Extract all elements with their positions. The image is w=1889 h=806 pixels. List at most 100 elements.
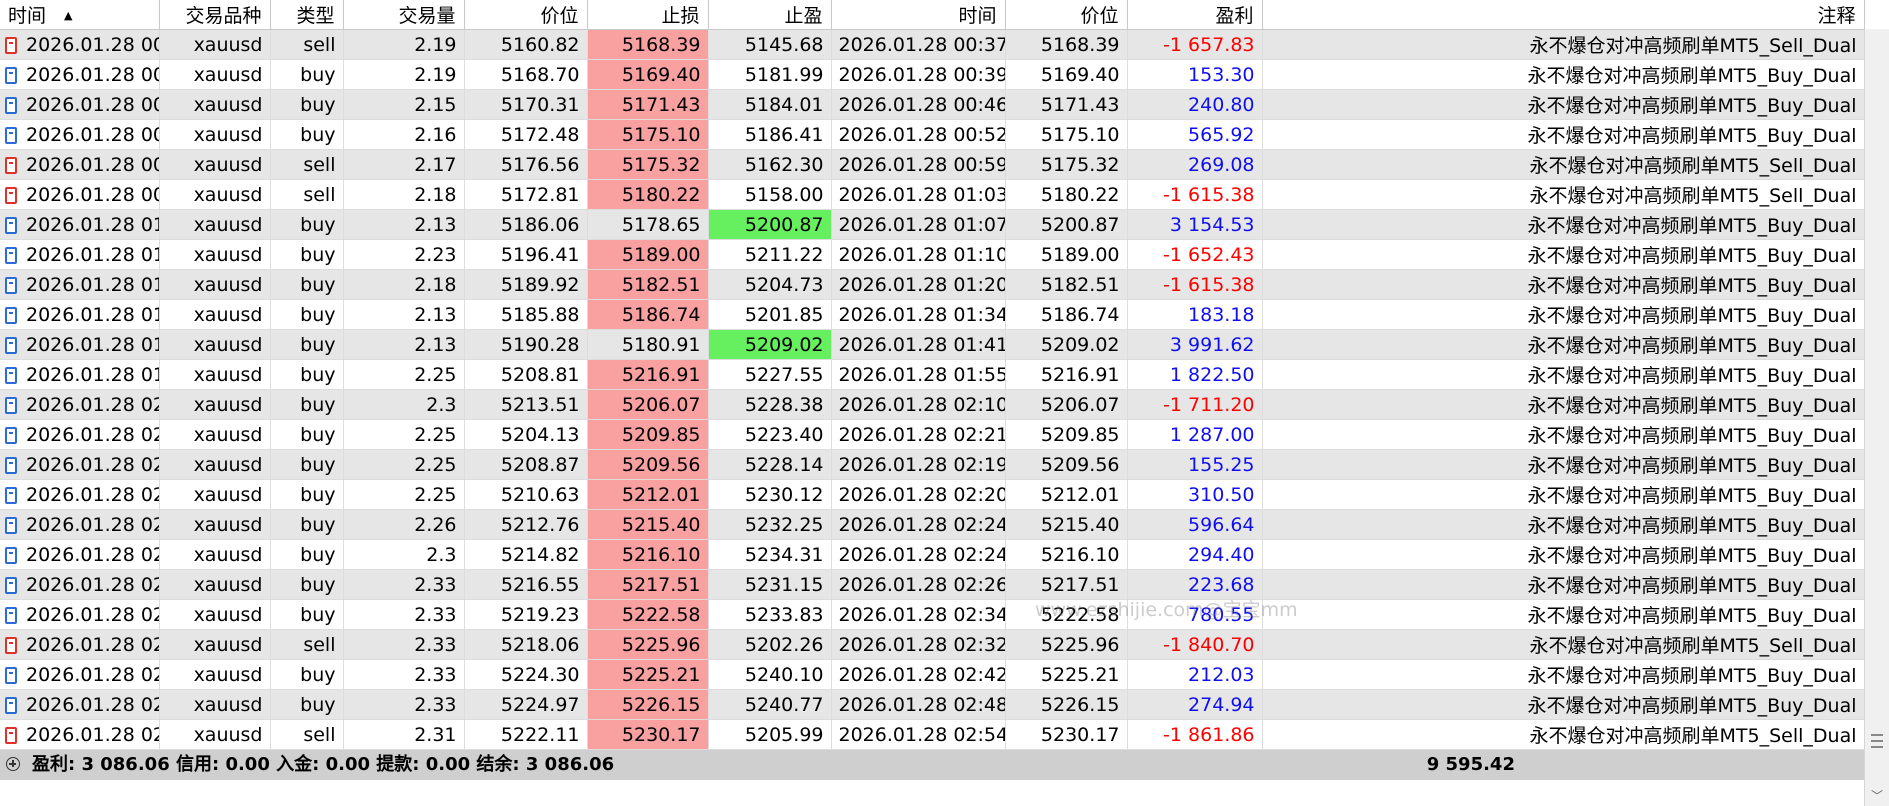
col-header-close-price[interactable]: 价位 <box>1005 0 1128 30</box>
cell-symbol: xauusd <box>159 419 271 450</box>
cell-close-time: 2026.01.28 02:24:17 <box>831 539 1006 570</box>
cell-symbol: xauusd <box>159 299 271 330</box>
cell-stop-loss: 5180.91 <box>587 329 709 360</box>
cell-close-time: 2026.01.28 01:10:40 <box>831 239 1006 270</box>
cell-close-time: 2026.01.28 01:55:04 <box>831 359 1006 390</box>
col-header-close-time[interactable]: 时间 <box>831 0 1006 30</box>
col-header-type[interactable]: 类型 <box>270 0 344 30</box>
col-header-open-time[interactable]: 时间 ▲ <box>0 0 160 30</box>
vertical-scrollbar[interactable]: ﹀ <box>1864 29 1889 806</box>
col-header-volume[interactable]: 交易量 <box>343 0 465 30</box>
open-time-text: 2026.01.28 01:2... <box>26 303 158 326</box>
cell-volume: 2.31 <box>343 719 465 750</box>
table-row[interactable]: 2026.01.28 00:2...xauusdsell2.195160.825… <box>0 29 1865 60</box>
cell-volume: 2.3 <box>343 389 465 420</box>
col-header-symbol[interactable]: 交易品种 <box>159 0 271 30</box>
table-row[interactable]: 2026.01.28 02:4...xauusdsell2.315222.115… <box>0 719 1865 750</box>
open-time-text: 2026.01.28 00:5... <box>26 153 158 176</box>
cell-symbol: xauusd <box>159 509 271 540</box>
table-row[interactable]: 2026.01.28 02:1...xauusdbuy2.255208.8752… <box>0 449 1865 480</box>
cell-open-price: 5224.97 <box>464 689 588 720</box>
cell-open-time: 2026.01.28 02:2... <box>0 599 160 630</box>
cell-comment: 永不爆仓对冲高频刷单MT5_Buy_Dual <box>1262 479 1865 510</box>
scroll-down-icon[interactable]: ﹀ <box>1871 787 1883 804</box>
col-header-open-price[interactable]: 价位 <box>464 0 588 30</box>
buy-order-icon <box>5 666 17 684</box>
table-row[interactable]: 2026.01.28 02:1...xauusdbuy2.255210.6352… <box>0 479 1865 510</box>
table-row[interactable]: 2026.01.28 01:4...xauusdbuy2.255208.8152… <box>0 359 1865 390</box>
cell-close-price: 5216.91 <box>1005 359 1128 390</box>
table-row[interactable]: 2026.01.28 01:2...xauusdbuy2.135185.8851… <box>0 299 1865 330</box>
cell-volume: 2.23 <box>343 239 465 270</box>
col-header-take-profit[interactable]: 止盈 <box>708 0 832 30</box>
cell-symbol: xauusd <box>159 239 271 270</box>
table-row[interactable]: 2026.01.28 00:5...xauusdsell2.185172.815… <box>0 179 1865 210</box>
table-row[interactable]: 2026.01.28 01:3...xauusdbuy2.135190.2851… <box>0 329 1865 360</box>
table-row[interactable]: 2026.01.28 02:2...xauusdbuy2.335216.5552… <box>0 569 1865 600</box>
cell-close-price: 5175.32 <box>1005 149 1128 180</box>
table-row[interactable]: 2026.01.28 01:0...xauusdbuy2.135186.0651… <box>0 209 1865 240</box>
cell-open-time: 2026.01.28 00:3... <box>0 59 160 90</box>
cell-comment: 永不爆仓对冲高频刷单MT5_Buy_Dual <box>1262 209 1865 240</box>
table-row[interactable]: 2026.01.28 02:3...xauusdbuy2.335224.3052… <box>0 659 1865 690</box>
buy-order-icon <box>5 456 17 474</box>
sell-order-icon <box>5 636 17 654</box>
cell-close-price: 5209.02 <box>1005 329 1128 360</box>
cell-symbol: xauusd <box>159 119 271 150</box>
cell-type: buy <box>270 89 344 120</box>
buy-order-icon <box>5 66 17 84</box>
col-header-stop-loss[interactable]: 止损 <box>587 0 709 30</box>
cell-profit: 780.55 <box>1127 599 1263 630</box>
cell-stop-loss: 5222.58 <box>587 599 709 630</box>
cell-close-time: 2026.01.28 02:34:05 <box>831 599 1006 630</box>
table-row[interactable]: 2026.01.28 01:0...xauusdbuy2.235196.4151… <box>0 239 1865 270</box>
cell-open-price: 5222.11 <box>464 719 588 750</box>
scroll-grip-icon[interactable] <box>1871 734 1883 748</box>
cell-close-time: 2026.01.28 02:20:25 <box>831 479 1006 510</box>
cell-stop-loss: 5169.40 <box>587 59 709 90</box>
open-time-text: 2026.01.28 02:2... <box>26 633 158 656</box>
cell-close-price: 5226.15 <box>1005 689 1128 720</box>
cell-take-profit: 5184.01 <box>708 89 832 120</box>
table-row[interactable]: 2026.01.28 02:3...xauusdbuy2.335224.9752… <box>0 689 1865 720</box>
trade-history-window: 时间 ▲ 交易品种 类型 交易量 价位 止损 止盈 时间 价位 盈利 注释 202… <box>0 0 1889 806</box>
table-row[interactable]: 2026.01.28 00:5...xauusdbuy2.165172.4851… <box>0 119 1865 150</box>
cell-open-price: 5185.88 <box>464 299 588 330</box>
open-time-text: 2026.01.28 02:4... <box>26 723 158 746</box>
cell-symbol: xauusd <box>159 599 271 630</box>
open-time-text: 2026.01.28 02:1... <box>26 483 158 506</box>
cell-comment: 永不爆仓对冲高频刷单MT5_Buy_Dual <box>1262 119 1865 150</box>
table-row[interactable]: 2026.01.28 02:2...xauusdbuy2.335219.2352… <box>0 599 1865 630</box>
cell-type: buy <box>270 359 344 390</box>
table-row[interactable]: 2026.01.28 02:2...xauusdsell2.335218.065… <box>0 629 1865 660</box>
cell-profit: 1 822.50 <box>1127 359 1263 390</box>
cell-close-price: 5206.07 <box>1005 389 1128 420</box>
buy-order-icon <box>5 246 17 264</box>
table-row[interactable]: 2026.01.28 00:5...xauusdsell2.175176.565… <box>0 149 1865 180</box>
cell-open-time: 2026.01.28 02:2... <box>0 569 160 600</box>
table-row[interactable]: 2026.01.28 02:1...xauusdbuy2.255204.1352… <box>0 419 1865 450</box>
cell-symbol: xauusd <box>159 629 271 660</box>
cell-open-time: 2026.01.28 00:2... <box>0 29 160 60</box>
cell-take-profit: 5232.25 <box>708 509 832 540</box>
cell-stop-loss: 5209.85 <box>587 419 709 450</box>
table-row[interactable]: 2026.01.28 01:1...xauusdbuy2.185189.9251… <box>0 269 1865 300</box>
cell-comment: 永不爆仓对冲高频刷单MT5_Buy_Dual <box>1262 329 1865 360</box>
table-row[interactable]: 2026.01.28 02:2...xauusdbuy2.35214.82521… <box>0 539 1865 570</box>
cell-stop-loss: 5171.43 <box>587 89 709 120</box>
cell-comment: 永不爆仓对冲高频刷单MT5_Buy_Dual <box>1262 389 1865 420</box>
col-header-comment[interactable]: 注释 <box>1262 0 1865 30</box>
table-row[interactable]: 2026.01.28 02:1...xauusdbuy2.35213.51520… <box>0 389 1865 420</box>
col-header-profit[interactable]: 盈利 <box>1127 0 1263 30</box>
cell-type: buy <box>270 269 344 300</box>
cell-close-time: 2026.01.28 02:26:10 <box>831 569 1006 600</box>
cell-open-time: 2026.01.28 01:2... <box>0 299 160 330</box>
cell-take-profit: 5240.10 <box>708 659 832 690</box>
cell-open-price: 5176.56 <box>464 149 588 180</box>
table-row[interactable]: 2026.01.28 00:3...xauusdbuy2.195168.7051… <box>0 59 1865 90</box>
table-row[interactable]: 2026.01.28 00:3...xauusdbuy2.155170.3151… <box>0 89 1865 120</box>
cell-stop-loss: 5178.65 <box>587 209 709 240</box>
expand-plus-icon[interactable] <box>6 757 20 771</box>
table-row[interactable]: 2026.01.28 02:2...xauusdbuy2.265212.7652… <box>0 509 1865 540</box>
open-time-text: 2026.01.28 02:2... <box>26 573 158 596</box>
